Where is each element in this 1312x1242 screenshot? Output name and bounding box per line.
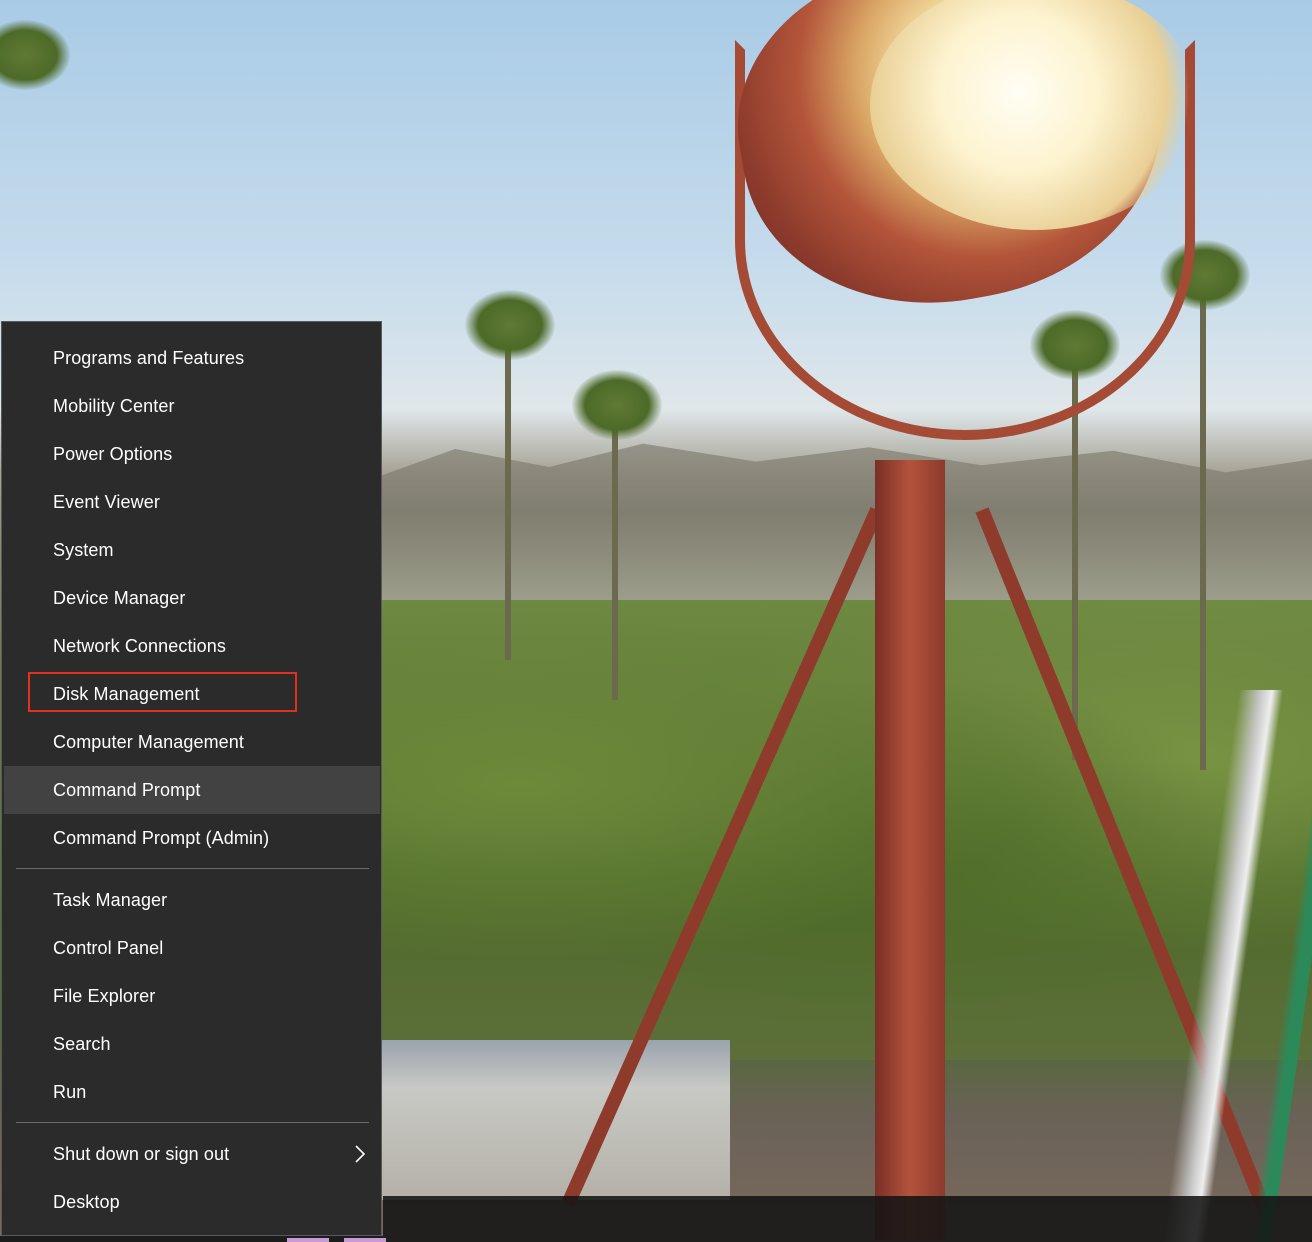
wallpaper-palm [612, 400, 618, 700]
menu-item-disk-management[interactable]: Disk Management [4, 670, 380, 718]
menu-item-mobility-center[interactable]: Mobility Center [4, 382, 380, 430]
wallpaper-palm [1200, 270, 1206, 770]
menu-item-power-options[interactable]: Power Options [4, 430, 380, 478]
taskbar [383, 1196, 1312, 1242]
winx-quick-link-menu: Programs and Features Mobility Center Po… [1, 321, 382, 1236]
menu-item-programs-and-features[interactable]: Programs and Features [4, 334, 380, 382]
menu-item-label: Shut down or sign out [53, 1144, 230, 1164]
menu-item-network-connections[interactable]: Network Connections [4, 622, 380, 670]
chevron-right-icon [355, 1145, 366, 1163]
menu-item-event-viewer[interactable]: Event Viewer [4, 478, 380, 526]
menu-item-run[interactable]: Run [4, 1068, 380, 1116]
menu-item-file-explorer[interactable]: File Explorer [4, 972, 380, 1020]
wallpaper-palm-crown [465, 290, 555, 360]
menu-separator [16, 868, 369, 869]
menu-item-device-manager[interactable]: Device Manager [4, 574, 380, 622]
wallpaper-building [380, 1040, 730, 1200]
menu-item-shut-down-or-sign-out[interactable]: Shut down or sign out [4, 1130, 380, 1178]
wallpaper-palm-crown [0, 20, 70, 90]
menu-item-command-prompt-admin[interactable]: Command Prompt (Admin) [4, 814, 380, 862]
menu-item-command-prompt[interactable]: Command Prompt [4, 766, 380, 814]
wallpaper-palm [505, 330, 511, 660]
taskbar-app-indicator[interactable] [344, 1238, 386, 1242]
menu-item-desktop[interactable]: Desktop [4, 1178, 380, 1226]
wallpaper-palm-crown [572, 370, 662, 440]
menu-item-task-manager[interactable]: Task Manager [4, 876, 380, 924]
menu-item-search[interactable]: Search [4, 1020, 380, 1068]
menu-separator [16, 1122, 369, 1123]
menu-item-system[interactable]: System [4, 526, 380, 574]
menu-item-computer-management[interactable]: Computer Management [4, 718, 380, 766]
wallpaper-lamp-pole [875, 460, 945, 1240]
menu-item-control-panel[interactable]: Control Panel [4, 924, 380, 972]
taskbar-app-indicator[interactable] [287, 1238, 329, 1242]
